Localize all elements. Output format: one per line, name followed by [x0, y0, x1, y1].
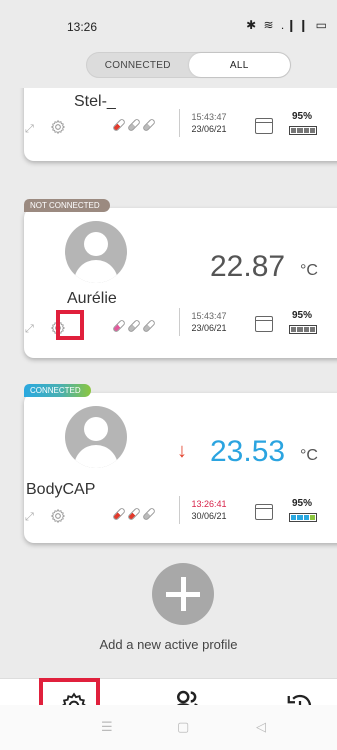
avatar [65, 221, 127, 283]
filter-segmented-control: CONNECTED ALL [86, 52, 291, 78]
capsule-icons [111, 318, 157, 334]
filter-all-tab[interactable]: ALL [188, 53, 290, 77]
status-time: 13:26 [67, 20, 98, 34]
profile-card[interactable]: Stel-_ ⤢ 15:43:47 23/06/21 95% [24, 88, 337, 161]
filter-connected-tab[interactable]: CONNECTED [87, 53, 189, 77]
menu-nav-icon[interactable]: ☰ [101, 719, 113, 735]
profile-list[interactable]: Stel-_ ⤢ 15:43:47 23/06/21 95% NOT CONNE… [0, 88, 337, 678]
last-time: 15:43:47 [191, 311, 227, 321]
back-nav-icon[interactable]: ◁ [256, 719, 266, 735]
capsule-icons [111, 117, 157, 133]
status-badge: CONNECTED [24, 384, 91, 397]
battery-percent: 95% [292, 111, 313, 122]
profile-card[interactable]: CONNECTED ↓ 23.53 °C BodyCAP ⤢ 13:26:41 … [24, 384, 337, 543]
battery-percent: 95% [292, 310, 313, 321]
status-badge: NOT CONNECTED [24, 199, 110, 212]
expand-icon[interactable]: ⤢ [25, 323, 34, 336]
avatar [65, 406, 127, 468]
expand-icon[interactable]: ⤢ [25, 123, 34, 136]
filter-bar: CONNECTED ALL [0, 44, 337, 88]
status-bar: 13:26 ✱ ≋ .❙❙ ▭ [0, 0, 337, 44]
status-icons: ✱ ≋ .❙❙ ▭ [246, 18, 329, 32]
temperature-value: 22.87 [210, 250, 286, 283]
highlight-box [56, 310, 84, 340]
battery-icon [289, 126, 317, 135]
last-date: 30/06/21 [191, 511, 227, 521]
temperature-unit: °C [300, 447, 318, 464]
temperature-unit: °C [300, 262, 318, 279]
add-profile-button[interactable] [152, 563, 214, 625]
capsule-icons [111, 506, 157, 522]
profile-name: Stel-_ [74, 93, 116, 110]
gear-icon[interactable] [50, 119, 66, 135]
system-nav-bar: ☰ ▢ ◁ [0, 705, 337, 750]
battery-icon [289, 513, 317, 522]
calendar-icon[interactable] [255, 316, 273, 332]
trend-down-icon: ↓ [177, 440, 187, 462]
expand-icon[interactable]: ⤢ [25, 511, 34, 524]
add-profile-label: Add a new active profile [99, 637, 238, 652]
last-time: 15:43:47 [191, 112, 227, 122]
last-date: 23/06/21 [191, 124, 227, 134]
calendar-icon[interactable] [255, 504, 273, 520]
temperature-value: 23.53 [210, 435, 286, 468]
battery-percent: 95% [292, 498, 313, 509]
calendar-icon[interactable] [255, 118, 273, 134]
profile-name: Aurélie [67, 290, 117, 307]
last-time: 13:26:41 [191, 499, 227, 509]
battery-icon [289, 325, 317, 334]
gear-icon[interactable] [50, 508, 66, 524]
home-nav-icon[interactable]: ▢ [177, 719, 189, 735]
profile-name: BodyCAP [26, 481, 96, 498]
last-date: 23/06/21 [191, 323, 227, 333]
